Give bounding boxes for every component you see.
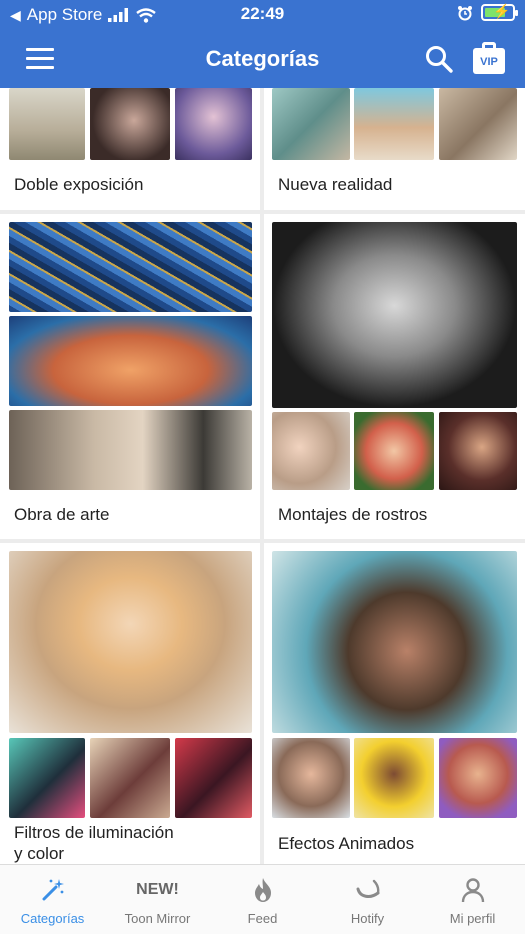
category-thumbnail — [9, 222, 252, 312]
status-bar: ◀ App Store 22:49 ⚡ — [0, 0, 525, 30]
tab-label: Hotify — [350, 911, 385, 926]
magic-wand-icon — [42, 879, 64, 901]
battery-icon: ⚡ — [481, 3, 518, 21]
category-thumbnail — [9, 316, 252, 406]
tab-hotify[interactable]: Hotify — [315, 865, 420, 934]
tab-label: Mi perfil — [449, 911, 496, 926]
category-thumbnail — [439, 412, 517, 490]
tab-label: Feed — [247, 911, 278, 926]
alarm-icon — [458, 5, 472, 20]
status-time: 22:49 — [240, 4, 285, 23]
category-label-line1: Filtros de iluminación — [14, 823, 174, 842]
category-thumbnail — [9, 88, 85, 160]
category-thumbnail — [175, 88, 252, 160]
tab-categorias[interactable]: Categorías — [0, 865, 105, 934]
category-thumbnail — [90, 738, 170, 818]
tab-feed[interactable]: Feed — [210, 865, 315, 934]
search-icon[interactable] — [424, 44, 454, 74]
bottom-tab-bar: Categorías NEW! Toon Mirror Feed Hotify — [0, 864, 525, 934]
vip-button[interactable]: VIP — [473, 42, 505, 74]
vip-label: VIP — [473, 48, 505, 74]
category-label: Montajes de rostros — [278, 505, 428, 524]
category-thumbnail — [175, 738, 252, 818]
tab-label: Toon Mirror — [124, 911, 191, 926]
person-icon — [461, 878, 484, 903]
category-label: Efectos Animados — [278, 834, 415, 853]
category-label: Doble exposición — [14, 175, 144, 194]
category-thumbnail — [272, 738, 350, 818]
category-label-line2: y color — [14, 844, 65, 863]
flame-icon — [254, 878, 271, 902]
category-card-obra-de-arte[interactable]: Obra de arte — [0, 214, 260, 539]
category-thumbnail — [272, 222, 517, 408]
category-thumbnail — [9, 738, 85, 818]
category-thumbnail — [272, 412, 350, 490]
tab-mi-perfil[interactable]: Mi perfil — [420, 865, 525, 934]
category-card-montajes-de-rostros[interactable]: Montajes de rostros — [264, 214, 525, 539]
category-thumbnail — [439, 88, 517, 160]
new-badge: NEW! — [136, 881, 179, 898]
category-thumbnail — [272, 551, 517, 733]
tab-toon-mirror[interactable]: NEW! Toon Mirror — [105, 865, 210, 934]
category-card-efectos-animados[interactable]: Efectos Animados — [264, 543, 525, 864]
category-thumbnail — [90, 88, 170, 160]
category-label: Obra de arte — [14, 505, 110, 524]
category-thumbnail — [9, 410, 252, 490]
category-thumbnail — [354, 738, 434, 818]
category-thumbnail — [354, 88, 434, 160]
category-card-nueva-realidad[interactable]: Nueva realidad — [264, 88, 525, 210]
category-label: Nueva realidad — [278, 175, 393, 194]
category-thumbnail — [439, 738, 517, 818]
category-label: Filtros de iluminación y color — [14, 822, 174, 864]
category-card-filtros-iluminacion[interactable]: Filtros de iluminación y color — [0, 543, 260, 864]
app-header: ◀ App Store 22:49 ⚡ Categorías VIP — [0, 0, 525, 88]
category-thumbnail — [354, 412, 434, 490]
chili-icon — [356, 879, 379, 898]
tab-label: Categorías — [20, 911, 85, 926]
category-card-doble-exposicion[interactable]: Doble exposición — [0, 88, 260, 210]
category-thumbnail — [272, 88, 350, 160]
category-thumbnail — [9, 551, 252, 733]
